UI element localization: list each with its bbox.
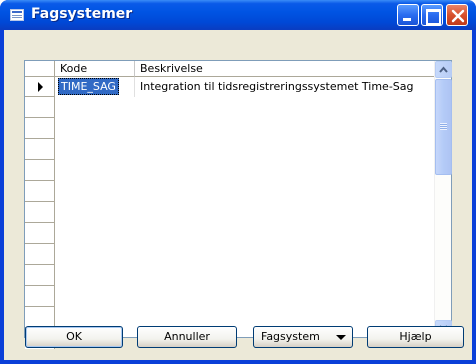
scroll-up-button[interactable] <box>435 61 452 78</box>
dialog-body: Kode Beskrivelse TIME_SAG Integration ti… <box>4 30 472 360</box>
table-icon <box>10 9 24 21</box>
row-selector-header <box>25 61 55 77</box>
cell-beskrivelse[interactable]: Integration til tidsregistreringssysteme… <box>135 77 434 97</box>
row-selector[interactable] <box>25 160 55 181</box>
row-selector[interactable] <box>25 77 55 97</box>
fagsystem-label: Fagsystem <box>261 330 320 343</box>
fagsystem-menu-button[interactable]: Fagsystem <box>253 326 353 348</box>
row-selector[interactable] <box>25 307 55 328</box>
cancel-button[interactable]: Annuller <box>137 326 237 348</box>
column-header-kode[interactable]: Kode <box>55 61 135 77</box>
current-row-arrow-icon <box>38 82 43 92</box>
ok-button[interactable]: OK <box>25 326 123 348</box>
minimize-button[interactable] <box>397 4 419 26</box>
fagsystem-table: Kode Beskrivelse TIME_SAG Integration ti… <box>24 60 452 349</box>
row-selector[interactable] <box>25 97 55 118</box>
window-bottom-border <box>0 360 476 364</box>
row-selector[interactable] <box>25 244 55 265</box>
cell-kode[interactable]: TIME_SAG <box>55 77 135 97</box>
row-selector[interactable] <box>25 202 55 223</box>
dialog-window: Fagsystemer Kode Beskrivelse TIME_SAG In… <box>0 0 476 364</box>
vertical-scrollbar[interactable] <box>434 61 452 337</box>
row-selector[interactable] <box>25 139 55 160</box>
row-selector[interactable] <box>25 118 55 139</box>
help-button[interactable]: Hjælp <box>367 326 464 348</box>
title-bar[interactable]: Fagsystemer <box>0 0 476 30</box>
scrollbar-thumb[interactable] <box>435 79 452 175</box>
column-header-beskrivelse[interactable]: Beskrivelse <box>135 61 434 77</box>
chevron-up-icon <box>439 66 448 73</box>
row-selector[interactable] <box>25 181 55 202</box>
row-selector-column <box>25 77 55 349</box>
close-button[interactable] <box>446 4 468 26</box>
row-selector[interactable] <box>25 265 55 286</box>
table-row[interactable]: TIME_SAG Integration til tidsregistrerin… <box>55 77 434 97</box>
row-selector[interactable] <box>25 223 55 244</box>
maximize-button[interactable] <box>421 4 443 26</box>
kode-value[interactable]: TIME_SAG <box>58 78 119 95</box>
close-icon <box>451 9 465 23</box>
window-title: Fagsystemer <box>31 6 133 22</box>
dropdown-arrow-icon <box>336 335 346 340</box>
row-selector[interactable] <box>25 286 55 307</box>
